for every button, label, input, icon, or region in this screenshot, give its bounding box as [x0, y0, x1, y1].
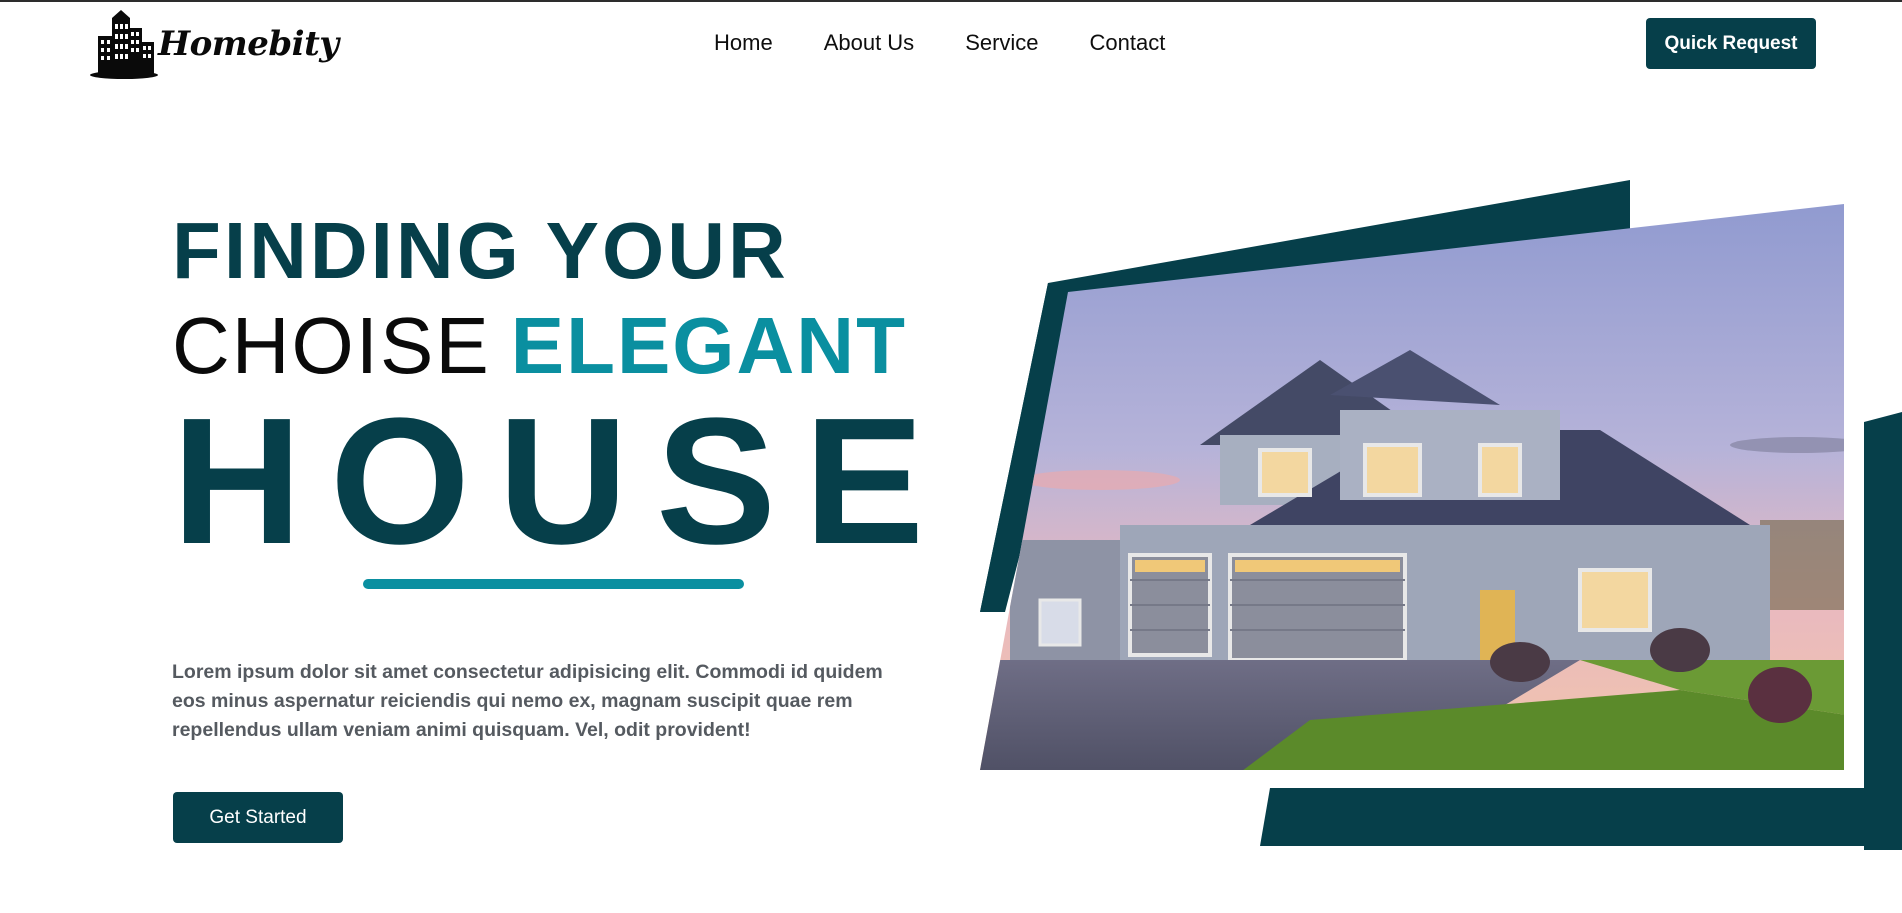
quick-request-button[interactable]: Quick Request — [1646, 18, 1816, 69]
hero-heading-line1: FINDING YOUR — [172, 206, 789, 295]
house-photo — [980, 204, 1844, 770]
nav-item-service[interactable]: Service — [965, 30, 1038, 56]
main-nav: Home About Us Service Contact — [714, 30, 1165, 56]
hero-heading-line3: HOUSE — [172, 381, 953, 582]
nav-item-about-us[interactable]: About Us — [824, 30, 915, 56]
brand-logo[interactable]: Homebity — [88, 10, 339, 80]
city-buildings-icon — [90, 10, 158, 79]
hero-heading-line2: CHOISE ELEGANT — [172, 300, 907, 392]
decor-frame-right — [1864, 412, 1902, 850]
hero-heading-plain: CHOISE — [172, 301, 491, 390]
hero-image-frame — [980, 180, 1902, 850]
hero-description: Lorem ipsum dolor sit amet consectetur a… — [172, 661, 883, 741]
hero-heading-accent: ELEGANT — [510, 301, 907, 390]
hero-underline-divider — [363, 579, 744, 589]
nav-item-contact[interactable]: Contact — [1090, 30, 1166, 56]
decor-frame-bottom — [1260, 788, 1902, 846]
get-started-button[interactable]: Get Started — [173, 792, 343, 843]
brand-name: Homebity — [158, 24, 339, 64]
nav-item-home[interactable]: Home — [714, 30, 773, 56]
top-border — [0, 0, 1902, 2]
